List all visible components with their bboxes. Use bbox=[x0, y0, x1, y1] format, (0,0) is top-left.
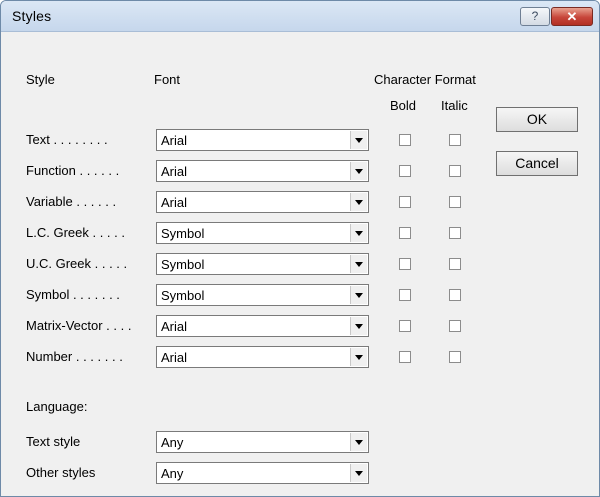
title-bar[interactable]: Styles ? ✕ bbox=[1, 1, 599, 32]
bold-checkbox-symbol[interactable] bbox=[399, 289, 411, 301]
chevron-down-icon[interactable] bbox=[350, 193, 367, 211]
character-format-header: Character Format bbox=[374, 72, 476, 87]
bold-checkbox-number[interactable] bbox=[399, 351, 411, 363]
font-select-value: Symbol bbox=[161, 288, 205, 303]
font-select-uc-greek[interactable]: Symbol bbox=[156, 253, 369, 275]
font-select-function[interactable]: Arial bbox=[156, 160, 369, 182]
italic-column-header: Italic bbox=[441, 98, 468, 113]
chevron-down-icon[interactable] bbox=[350, 286, 367, 304]
italic-checkbox-lc-greek[interactable] bbox=[449, 227, 461, 239]
italic-checkbox-matrix-vector[interactable] bbox=[449, 320, 461, 332]
italic-checkbox-function[interactable] bbox=[449, 165, 461, 177]
font-select-value: Arial bbox=[161, 164, 188, 179]
font-select-value: Arial bbox=[161, 319, 188, 334]
italic-checkbox-symbol[interactable] bbox=[449, 289, 461, 301]
chevron-down-icon[interactable] bbox=[350, 224, 367, 242]
font-select-value: Arial bbox=[161, 350, 188, 365]
chevron-down-icon[interactable] bbox=[350, 162, 367, 180]
italic-checkbox-uc-greek[interactable] bbox=[449, 258, 461, 270]
bold-checkbox-matrix-vector[interactable] bbox=[399, 320, 411, 332]
row-label-uc-greek: U.C. Greek . . . . . bbox=[26, 256, 128, 271]
chevron-down-icon[interactable] bbox=[350, 348, 367, 366]
font-select-symbol[interactable]: Symbol bbox=[156, 284, 369, 306]
style-column-header: Style bbox=[26, 72, 55, 87]
font-select-value: Arial bbox=[161, 133, 188, 148]
row-label-function: Function . . . . . . bbox=[26, 163, 120, 178]
styles-dialog: Styles ? ✕ Style Font Character Format B… bbox=[0, 0, 600, 497]
text-style-language-select[interactable]: Any bbox=[156, 431, 369, 453]
language-select-value: Any bbox=[161, 466, 184, 481]
chevron-down-icon[interactable] bbox=[350, 131, 367, 149]
ok-button[interactable]: OK bbox=[496, 107, 578, 132]
italic-checkbox-number[interactable] bbox=[449, 351, 461, 363]
font-select-value: Arial bbox=[161, 195, 188, 210]
dialog-body: Style Font Character Format Bold Italic … bbox=[9, 32, 589, 490]
chevron-down-icon[interactable] bbox=[350, 433, 367, 451]
dialog-title: Styles bbox=[12, 8, 52, 24]
language-heading: Language: bbox=[26, 399, 88, 414]
bold-checkbox-variable[interactable] bbox=[399, 196, 411, 208]
row-label-matrix-vector: Matrix-Vector . . . . bbox=[26, 318, 132, 333]
chevron-down-icon[interactable] bbox=[350, 464, 367, 482]
font-select-matrix-vector[interactable]: Arial bbox=[156, 315, 369, 337]
other-styles-language-select[interactable]: Any bbox=[156, 462, 369, 484]
font-select-text[interactable]: Arial bbox=[156, 129, 369, 151]
font-select-number[interactable]: Arial bbox=[156, 346, 369, 368]
font-select-lc-greek[interactable]: Symbol bbox=[156, 222, 369, 244]
bold-column-header: Bold bbox=[390, 98, 417, 113]
row-label-lc-greek: L.C. Greek . . . . . bbox=[26, 225, 125, 240]
text-style-label: Text style bbox=[26, 434, 81, 449]
row-label-number: Number . . . . . . . bbox=[26, 349, 123, 364]
italic-checkbox-text[interactable] bbox=[449, 134, 461, 146]
other-styles-label: Other styles bbox=[26, 465, 96, 480]
cancel-button[interactable]: Cancel bbox=[496, 151, 578, 176]
chevron-down-icon[interactable] bbox=[350, 317, 367, 335]
font-column-header: Font bbox=[154, 72, 181, 87]
italic-checkbox-variable[interactable] bbox=[449, 196, 461, 208]
font-select-value: Symbol bbox=[161, 226, 205, 241]
help-button[interactable]: ? bbox=[520, 7, 550, 26]
font-select-value: Symbol bbox=[161, 257, 205, 272]
bold-checkbox-lc-greek[interactable] bbox=[399, 227, 411, 239]
row-label-variable: Variable . . . . . . bbox=[26, 194, 117, 209]
row-label-text: Text . . . . . . . . bbox=[26, 132, 108, 147]
chevron-down-icon[interactable] bbox=[350, 255, 367, 273]
bold-checkbox-uc-greek[interactable] bbox=[399, 258, 411, 270]
language-select-value: Any bbox=[161, 435, 184, 450]
bold-checkbox-function[interactable] bbox=[399, 165, 411, 177]
font-select-variable[interactable]: Arial bbox=[156, 191, 369, 213]
row-label-symbol: Symbol . . . . . . . bbox=[26, 287, 120, 302]
bold-checkbox-text[interactable] bbox=[399, 134, 411, 146]
close-button[interactable]: ✕ bbox=[551, 7, 593, 26]
